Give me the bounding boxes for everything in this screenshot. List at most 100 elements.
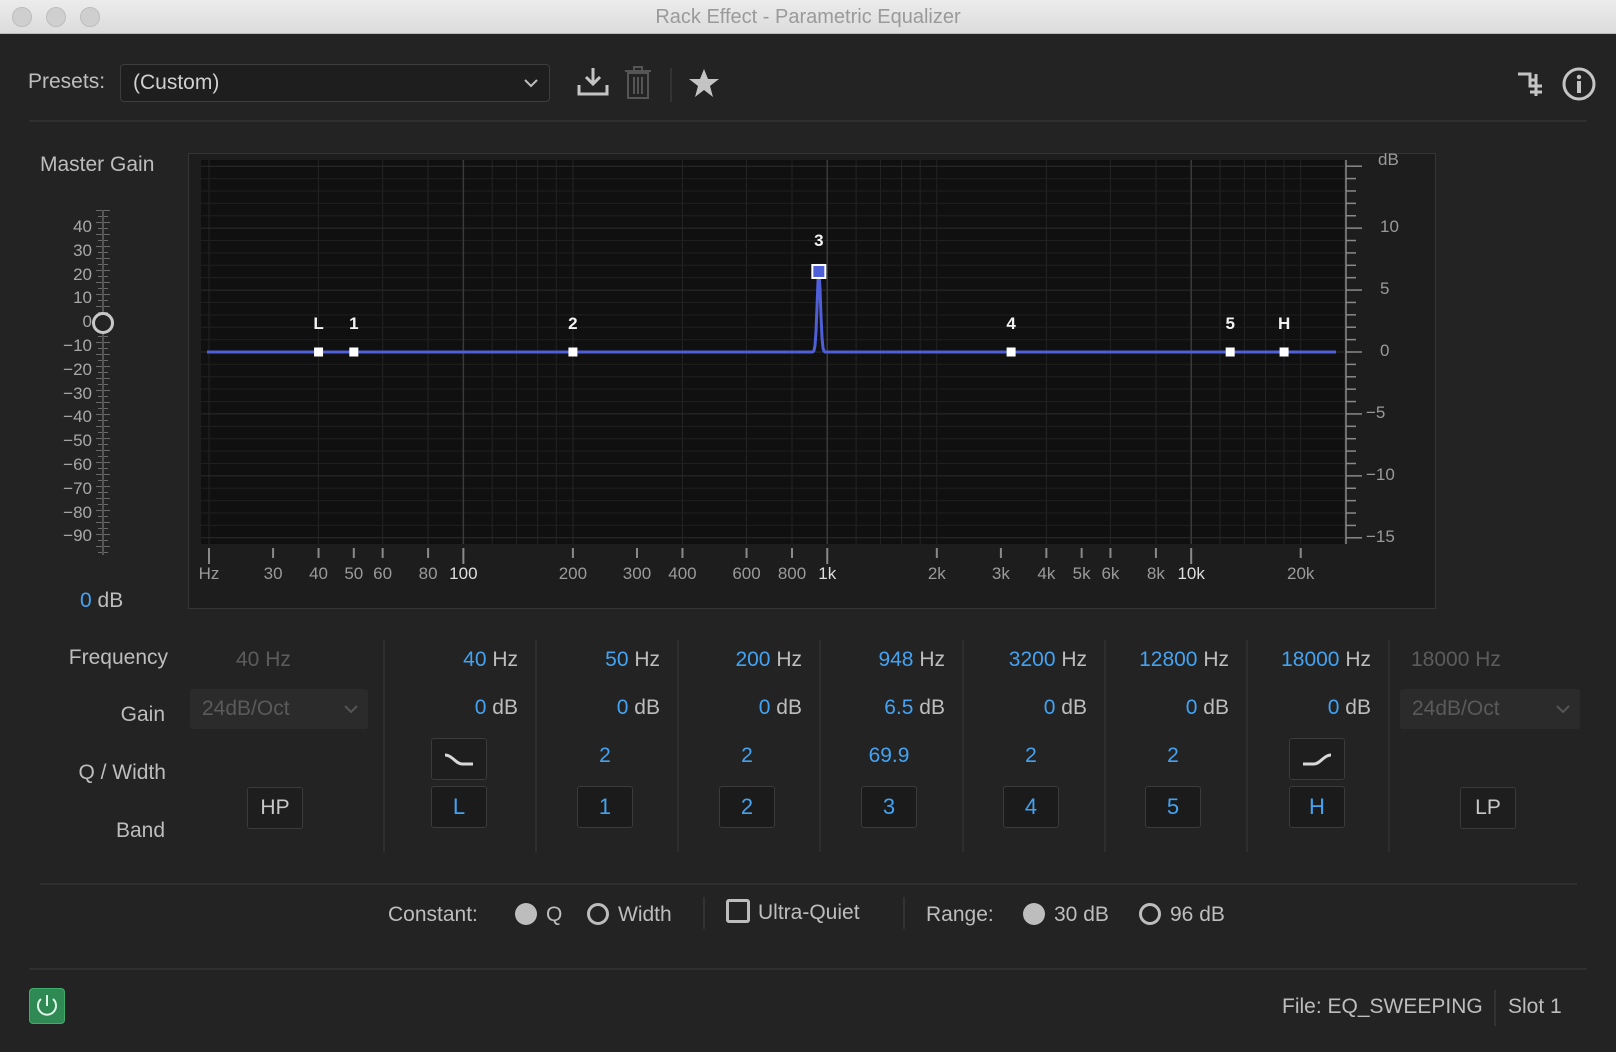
frequency-row-label: Frequency	[68, 646, 168, 669]
chevron-down-icon	[344, 705, 358, 714]
gain-row-label: Gain	[120, 703, 165, 726]
ultra-quiet-checkbox[interactable]	[726, 899, 750, 923]
band-l-button[interactable]: L	[431, 786, 487, 828]
band-handle-5[interactable]	[1225, 347, 1235, 357]
band-handle-4[interactable]	[1006, 347, 1016, 357]
band-3-gain[interactable]: 6.5 dB	[884, 696, 945, 720]
hp-slope-value: 24dB/Oct	[202, 697, 290, 720]
hp-slope-dropdown[interactable]: 24dB/Oct	[190, 689, 368, 729]
band-l-frequency[interactable]: 40 Hz	[463, 648, 518, 672]
constant-q-label[interactable]: Q	[546, 903, 562, 927]
band-3-frequency[interactable]: 948 Hz	[878, 648, 945, 672]
range-30db-label[interactable]: 30 dB	[1054, 903, 1109, 927]
range-96db-label[interactable]: 96 dB	[1170, 903, 1225, 927]
band-handle-l[interactable]	[314, 347, 324, 357]
band-1-button[interactable]: 1	[577, 786, 633, 828]
master-gain-scale-label: −30	[63, 383, 92, 403]
header-divider	[29, 120, 1587, 122]
master-gain-knob[interactable]	[92, 312, 114, 334]
band-handle-2[interactable]	[568, 347, 578, 357]
window-title: Rack Effect - Parametric Equalizer	[655, 6, 961, 28]
favorite-star-icon[interactable]	[688, 68, 720, 98]
low-shelf-icon	[444, 753, 473, 766]
master-gain-scale-label: −40	[63, 407, 92, 427]
master-gain-scale-label: −50	[63, 431, 92, 451]
params-divider	[40, 883, 1577, 885]
band-l-gain[interactable]: 0 dB	[475, 696, 518, 720]
band-3-button[interactable]: 3	[861, 786, 917, 828]
master-gain-unit: dB	[97, 589, 124, 612]
save-preset-icon[interactable]	[576, 66, 610, 98]
band-1-frequency[interactable]: 50 Hz	[605, 648, 660, 672]
toolbar-divider	[670, 68, 672, 102]
file-name-label: File: EQ_SWEEPING	[1282, 995, 1483, 1018]
band-4-q[interactable]: 2	[971, 744, 1091, 768]
lp-slope-dropdown[interactable]: 24dB/Oct	[1400, 689, 1580, 729]
master-gain-scale-label: −60	[63, 455, 92, 474]
master-gain-track[interactable]	[102, 210, 104, 555]
presets-value: (Custom)	[133, 71, 220, 94]
ultra-quiet-label[interactable]: Ultra-Quiet	[758, 901, 860, 925]
eq-plot[interactable]	[189, 154, 1437, 610]
presets-label: Presets:	[28, 70, 106, 93]
band-4-button[interactable]: 4	[1003, 786, 1059, 828]
column-divider	[1104, 640, 1106, 852]
constant-width-radio[interactable]	[587, 903, 609, 925]
high-shelf-toggle[interactable]	[1289, 738, 1345, 780]
band-4-frequency[interactable]: 3200 Hz	[1009, 648, 1087, 672]
band-h-frequency[interactable]: 18000 Hz	[1281, 648, 1371, 672]
range-96db-radio[interactable]	[1139, 903, 1161, 925]
routing-icon[interactable]	[1516, 70, 1544, 98]
band-5-gain[interactable]: 0 dB	[1186, 696, 1229, 720]
low-shelf-toggle[interactable]	[431, 738, 487, 780]
info-icon[interactable]	[1562, 67, 1596, 101]
hp-button[interactable]: HP	[247, 787, 303, 829]
band-h-gain[interactable]: 0 dB	[1328, 696, 1371, 720]
constant-q-radio[interactable]	[515, 903, 537, 925]
lp-frequency[interactable]: 18000 Hz	[1411, 648, 1501, 672]
band-2-gain[interactable]: 0 dB	[759, 696, 802, 720]
master-gain-scale-label: −20	[63, 359, 92, 379]
band-2-frequency[interactable]: 200 Hz	[735, 648, 802, 672]
range-30db-radio[interactable]	[1023, 903, 1045, 925]
master-gain-scale-label: −70	[63, 478, 92, 498]
column-divider	[1388, 640, 1390, 852]
band-handle-3[interactable]	[811, 263, 827, 279]
master-gain-readout[interactable]: 0 dB	[80, 589, 123, 613]
slot-label: Slot 1	[1508, 995, 1562, 1018]
options-divider	[903, 897, 905, 929]
band-3-q[interactable]: 69.9	[829, 744, 949, 768]
delete-preset-icon[interactable]	[624, 66, 652, 100]
band-4-gain[interactable]: 0 dB	[1044, 696, 1087, 720]
column-divider	[819, 640, 821, 852]
master-gain-scale-label: −80	[63, 502, 92, 522]
band-h-button[interactable]: H	[1289, 786, 1345, 828]
master-gain-scale-label: 10	[73, 288, 92, 308]
lp-slope-value: 24dB/Oct	[1412, 697, 1500, 720]
band-2-q[interactable]: 2	[687, 744, 807, 768]
q-width-row-label: Q / Width	[78, 761, 166, 784]
constant-width-label[interactable]: Width	[618, 903, 672, 927]
band-handle-1[interactable]	[349, 347, 359, 357]
power-button[interactable]	[29, 988, 65, 1024]
band-5-button[interactable]: 5	[1145, 786, 1201, 828]
band-2-button[interactable]: 2	[719, 786, 775, 828]
presets-dropdown[interactable]: (Custom)	[120, 64, 550, 102]
range-label: Range:	[926, 903, 994, 926]
band-1-gain[interactable]: 0 dB	[617, 696, 660, 720]
band-5-frequency[interactable]: 12800 Hz	[1139, 648, 1229, 672]
master-gain-scale-label: 0	[82, 312, 92, 332]
master-gain-scale-label: 40	[73, 217, 92, 236]
band-5-q[interactable]: 2	[1113, 744, 1233, 768]
master-gain-value: 0	[80, 589, 92, 612]
hp-frequency[interactable]: 40 Hz	[236, 648, 291, 672]
lp-button[interactable]: LP	[1460, 787, 1516, 829]
title-bar: Rack Effect - Parametric Equalizer	[0, 0, 1616, 34]
column-divider	[677, 640, 679, 852]
band-handle-h[interactable]	[1279, 347, 1289, 357]
eq-graph[interactable]: Hz 30 40 50 60 80 100 200 300 400 600 800 1k 2k 3k 4k 5k…	[188, 150, 1437, 610]
column-divider	[1246, 640, 1248, 852]
column-divider	[383, 640, 385, 852]
master-gain-scale-label: −90	[63, 526, 92, 546]
band-1-q[interactable]: 2	[545, 744, 665, 768]
